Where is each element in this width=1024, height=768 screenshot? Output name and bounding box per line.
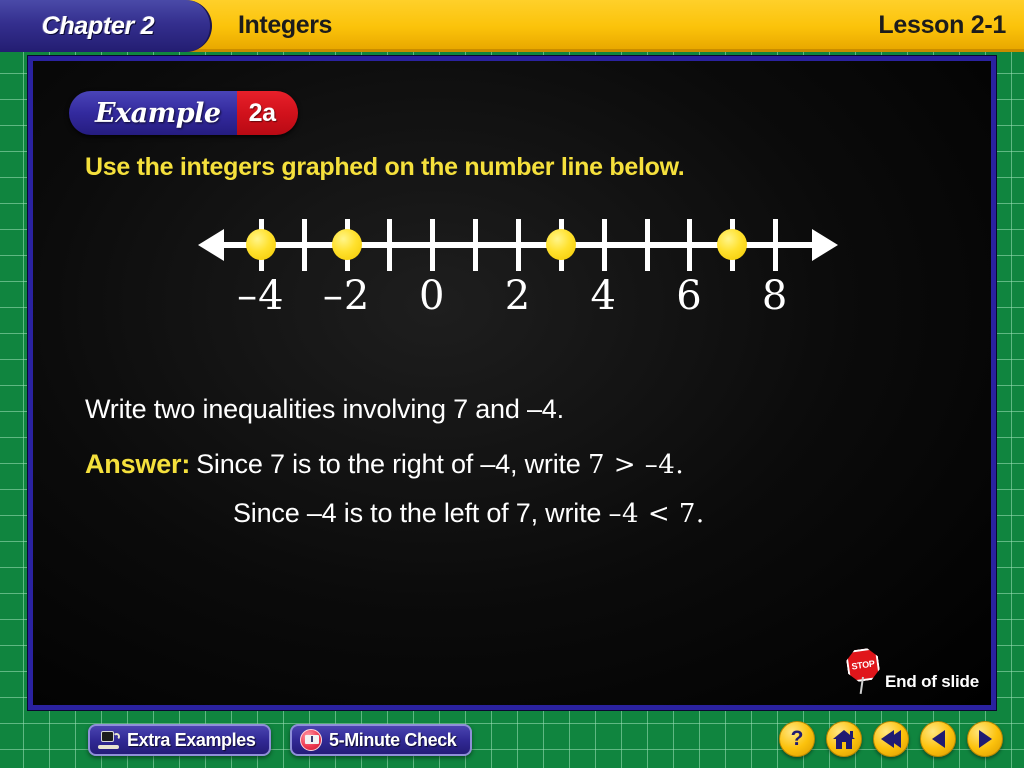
- number-line-graphic: –4 –2 0 2 4 6 8: [198, 211, 838, 321]
- example-number: 2a: [248, 98, 277, 127]
- stop-sign-text: STOP: [850, 658, 876, 672]
- projector-icon: [98, 730, 120, 750]
- double-left-arrow-icon: [881, 730, 901, 748]
- number-line-label: –2: [322, 273, 371, 319]
- number-line-tick: [644, 219, 650, 271]
- example-word: Example: [95, 97, 221, 129]
- number-line-label: 0: [419, 273, 446, 319]
- answer-inequality-2: –4 < 7.: [608, 499, 705, 529]
- prompt-text: Use the integers graphed on the number l…: [85, 153, 685, 181]
- number-line-label: 8: [761, 273, 789, 319]
- rewind-button[interactable]: [873, 721, 909, 757]
- chapter-label: Chapter 2: [41, 11, 155, 40]
- slide-footer: Extra Examples 5-Minute Check ?: [0, 710, 1024, 768]
- number-line-tick: [301, 219, 307, 271]
- example-badge: Example 2a: [69, 91, 298, 135]
- five-minute-check-button[interactable]: 5-Minute Check: [290, 724, 473, 756]
- help-button[interactable]: ?: [779, 721, 815, 757]
- five-minute-check-label: 5-Minute Check: [329, 729, 457, 750]
- topic-label: Integers: [238, 11, 333, 39]
- number-line-label: 6: [676, 273, 703, 319]
- answer-sentence-2: Since –4 is to the left of 7, write: [233, 498, 602, 528]
- question-mark-icon: ?: [790, 727, 804, 750]
- right-arrow-icon: [978, 730, 992, 748]
- left-arrow-icon: [931, 730, 945, 748]
- number-line-tick: [601, 219, 607, 271]
- slide-canvas: Chapter 2 Integers Lesson 2-1 Example 2a…: [0, 0, 1024, 768]
- extra-examples-label: Extra Examples: [127, 729, 256, 750]
- number-line-point: [245, 229, 276, 260]
- number-line-tick: [473, 219, 479, 271]
- number-line-tick: [430, 219, 436, 271]
- extra-examples-button[interactable]: Extra Examples: [88, 724, 272, 756]
- answer-sentence-1: Since 7 is to the right of –4, write: [196, 449, 581, 479]
- answer-label: Answer:: [85, 449, 191, 479]
- number-line-point: [717, 229, 748, 260]
- number-line-point: [545, 229, 576, 260]
- question-text: Write two inequalities involving 7 and –…: [85, 394, 564, 424]
- back-button[interactable]: [920, 721, 956, 757]
- answer-line-2: Since –4 is to the left of 7, write –4 <…: [233, 498, 705, 529]
- content-panel-frame: Example 2a Use the integers graphed on t…: [28, 56, 996, 710]
- example-badge-word-section: Example: [69, 91, 237, 135]
- number-line-label: –4: [237, 273, 285, 319]
- number-line-tick: [687, 219, 693, 271]
- answer-line-1: Answer: Since 7 is to the right of –4, wr…: [85, 449, 684, 480]
- content-panel: Example 2a Use the integers graphed on t…: [33, 61, 991, 705]
- next-button[interactable]: [967, 721, 1003, 757]
- number-line-tick: [516, 219, 521, 271]
- end-of-slide-indicator: STOP End of slide: [845, 649, 979, 695]
- slide-header: Chapter 2 Integers Lesson 2-1: [0, 0, 1024, 52]
- number-line-label: 2: [504, 273, 532, 319]
- home-button[interactable]: [826, 721, 862, 757]
- number-line-point: [331, 229, 362, 260]
- number-line-label: 4: [590, 273, 617, 319]
- lesson-label: Lesson 2-1: [878, 11, 1006, 39]
- clock-icon: [300, 729, 322, 751]
- example-badge-number-section: 2a: [236, 91, 298, 135]
- number-line-tick: [387, 219, 393, 271]
- answer-inequality-1: 7 > –4.: [587, 450, 685, 480]
- end-of-slide-label: End of slide: [885, 672, 979, 691]
- home-icon: [833, 729, 855, 749]
- number-line-tick: [773, 219, 779, 271]
- stop-sign-icon: STOP: [845, 649, 883, 695]
- chapter-tab: Chapter 2: [0, 0, 212, 52]
